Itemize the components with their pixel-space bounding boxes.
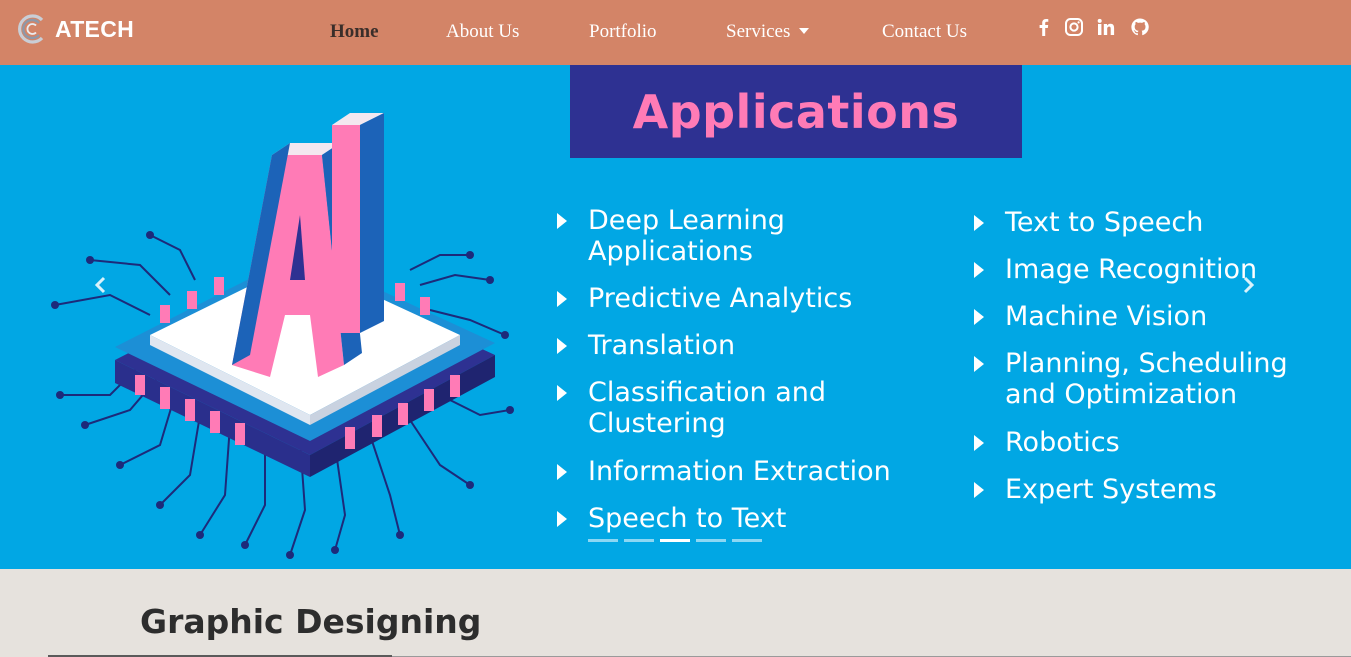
list-item: Information Extraction [555,456,948,487]
facebook-icon[interactable] [1034,17,1054,37]
github-icon[interactable] [1130,17,1150,37]
carousel-indicator-active[interactable] [660,539,690,542]
nav-services-label: Services [726,21,791,42]
nav-about-link[interactable]: About Us [446,21,519,43]
triangle-bullet-icon [974,215,984,231]
list-item: Robotics [972,427,1351,458]
carousel-indicator[interactable] [588,539,618,542]
triangle-bullet-icon [974,435,984,451]
caret-down-icon [799,28,810,34]
swirl-c-logo-icon [18,14,44,44]
nav-contact-link[interactable]: Contact Us [882,21,967,43]
triangle-bullet-icon [974,262,984,278]
list-item: Machine Vision [972,301,1351,332]
section-title: Graphic Designing [140,602,482,641]
triangle-bullet-icon [557,338,567,354]
list-item: Translation [555,330,948,361]
nav-portfolio-link[interactable]: Portfolio [589,21,657,43]
triangle-bullet-icon [974,356,984,372]
list-item: Deep Learning Applications [555,205,828,267]
list-item: Predictive Analytics [555,283,948,314]
triangle-bullet-icon [557,291,567,307]
nav-home-link[interactable]: Home [330,21,379,43]
carousel-indicator[interactable] [732,539,762,542]
list-item: Expert Systems [972,474,1351,505]
carousel-indicator[interactable] [624,539,654,542]
carousel-next-button[interactable] [1233,270,1263,300]
hero-carousel: Applications Deep Learning Applications … [0,65,1351,569]
instagram-icon[interactable] [1064,17,1084,37]
triangle-bullet-icon [974,309,984,325]
triangle-bullet-icon [557,464,567,480]
brand-name: ATECH [55,15,135,42]
next-arrow-icon [1243,276,1255,294]
list-item: Classification and Clustering [555,377,828,439]
triangle-bullet-icon [557,511,567,527]
list-item: Speech to Text [555,503,948,534]
linkedin-icon[interactable] [1096,17,1116,37]
list-item: Image Recognition [972,254,1351,285]
carousel-indicator[interactable] [696,539,726,542]
list-item: Planning, Scheduling and Optimization [972,348,1335,410]
triangle-bullet-icon [557,385,567,401]
navbar: ATECH Home About Us Portfolio Services C… [0,0,1351,65]
applications-banner: Applications [570,65,1022,158]
applications-title: Applications [632,84,960,139]
prev-arrow-icon [94,276,106,294]
nav-services-dropdown[interactable]: Services [726,21,810,43]
brand-link[interactable]: ATECH [16,12,134,46]
triangle-bullet-icon [974,482,984,498]
carousel-indicators [588,539,762,542]
triangle-bullet-icon [557,213,567,229]
carousel-prev-button[interactable] [86,270,116,300]
list-item: Text to Speech [972,207,1351,238]
